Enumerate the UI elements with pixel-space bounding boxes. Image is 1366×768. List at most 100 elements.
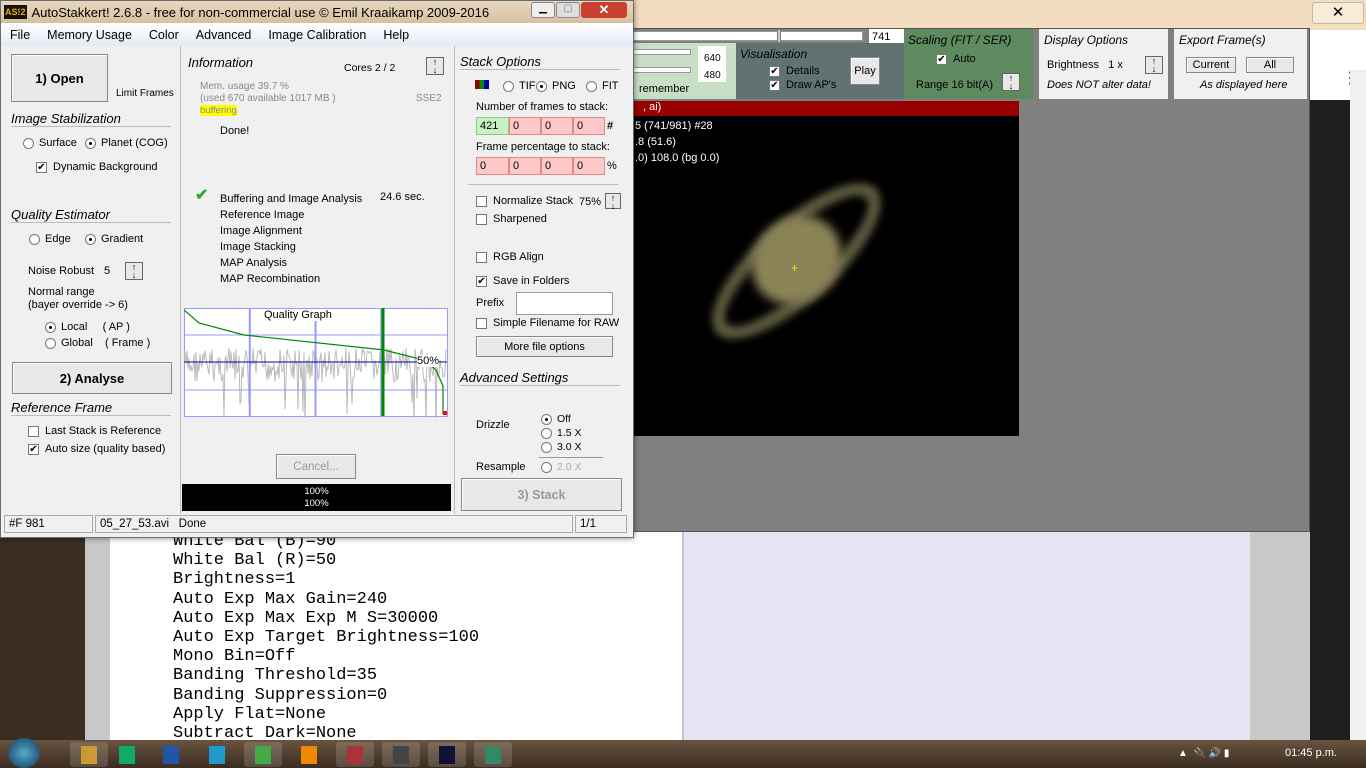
auto-checkbox[interactable]: ✔ Auto (936, 53, 976, 65)
cores-label: Cores 2 / 2 (344, 62, 396, 74)
percent-input-3[interactable]: 0 (541, 157, 573, 175)
frames-input-3[interactable]: 0 (541, 117, 573, 135)
width-slider[interactable] (631, 49, 691, 55)
width-value[interactable]: 640 (704, 50, 726, 67)
close-button[interactable]: ✕ (581, 2, 627, 18)
draw-aps-checkbox[interactable]: ✔ Draw AP's (769, 79, 836, 91)
surface-radio[interactable]: Surface (23, 137, 77, 149)
display-options-title: Display Options (1044, 33, 1129, 47)
details-checkbox[interactable]: ✔ Details (769, 65, 820, 77)
information-title: Information (188, 55, 254, 70)
progress-2: 100% (304, 498, 329, 509)
menu-color[interactable]: Color (149, 28, 179, 42)
image-stabilization-title: Image Stabilization (11, 111, 171, 127)
local-radio[interactable]: Local ( AP ) (45, 321, 130, 333)
document-line: Mono Bin=Off (173, 647, 296, 667)
sharpened-checkbox[interactable]: Sharpened (476, 213, 547, 225)
noise-robust-value: 5 (104, 265, 111, 277)
limit-frames-link[interactable]: Limit Frames (116, 88, 174, 99)
global-radio[interactable]: Global ( Frame ) (45, 337, 150, 349)
menu-help[interactable]: Help (383, 28, 409, 42)
noise-spinner-icon[interactable]: ↑ ↓ (125, 262, 143, 280)
height-slider[interactable] (631, 67, 691, 73)
maximize-button[interactable]: ▢ (556, 2, 580, 18)
png-radio[interactable]: PNG (536, 80, 576, 92)
rgb-icon (475, 80, 489, 89)
frames-input-4[interactable]: 0 (573, 117, 605, 135)
taskbar-excel-icon[interactable] (108, 742, 146, 767)
menu-advanced[interactable]: Advanced (196, 28, 252, 42)
frame-slider-thumb[interactable] (777, 29, 781, 43)
export-all-button[interactable]: All (1246, 57, 1294, 73)
advanced-settings-title: Advanced Settings (460, 370, 620, 386)
tif-radio[interactable]: TIF (503, 80, 536, 92)
clock[interactable]: 01:45 p.m. (1285, 747, 1337, 759)
resample-2x-radio[interactable]: 2.0 X (541, 461, 582, 473)
drizzle-off-radio[interactable]: Off (541, 413, 571, 425)
memory-used: (used 670 available 1017 MB ) (200, 93, 336, 104)
drizzle-3x-radio[interactable]: 3.0 X (541, 441, 582, 453)
taskbar-autostakkert-icon[interactable] (428, 742, 466, 767)
normalize-spinner-icon[interactable]: ↑ ↓ (605, 193, 621, 211)
menu-image-calibration[interactable]: Image Calibration (268, 28, 366, 42)
analyse-button[interactable]: 2) Analyse (12, 362, 172, 394)
gradient-radio[interactable]: Gradient (85, 233, 143, 245)
tray-icons[interactable]: ▲ 🔌 🔊 ▮ (1178, 748, 1229, 759)
normalize-stack-checkbox[interactable]: Normalize Stack (476, 195, 573, 207)
percent-input-4[interactable]: 0 (573, 157, 605, 175)
image-canvas[interactable]: , ai) 5 (741/981) #28 .8 (51.6) .0) 108.… (631, 101, 1019, 436)
taskbar-player-icon[interactable] (382, 742, 420, 767)
cores-spinner-icon[interactable]: ↑ ↓ (426, 57, 444, 75)
browser-close-icon[interactable]: ✕ (1312, 2, 1364, 24)
taskbar-chrome-icon[interactable] (244, 742, 282, 767)
drizzle-1-5x-radio[interactable]: 1.5 X (541, 427, 582, 439)
progress-1: 100% (304, 486, 329, 497)
stack-button[interactable]: 3) Stack (461, 478, 622, 511)
frames-input-2[interactable]: 0 (509, 117, 541, 135)
planet-radio[interactable]: Planet (COG) (85, 137, 168, 149)
menu-memory-usage[interactable]: Memory Usage (47, 28, 132, 42)
visualisation-panel: Visualisation ✔ Details ✔ Draw AP's Play (736, 43, 904, 99)
title-bar: AS!2 AutoStakkert! 2.6.8 - free for non-… (1, 1, 633, 23)
taskbar-vlc-icon[interactable] (290, 742, 328, 767)
fit-radio[interactable]: FIT (586, 80, 619, 92)
taskbar-registax-icon[interactable] (474, 742, 512, 767)
export-current-button[interactable]: Current (1186, 57, 1236, 73)
quality-graph-title: Quality Graph (263, 309, 333, 321)
image-viewer-window: 741 640 480 remember Visualisation ✔ Detai… (630, 28, 1310, 532)
simple-filename-checkbox[interactable]: Simple Filename for RAW (476, 317, 619, 329)
brightness-spinner-icon[interactable]: ↑ ↓ (1145, 56, 1163, 74)
minimize-button[interactable]: ▁ (531, 2, 555, 18)
percent-input-1[interactable]: 0 (476, 157, 509, 175)
range-spinner-icon[interactable]: ↑ ↓ (1002, 73, 1020, 91)
save-in-folders-checkbox[interactable]: ✔ Save in Folders (476, 275, 569, 287)
progress-bars: 100% 100% (182, 484, 451, 511)
percent-input-2[interactable]: 0 (509, 157, 541, 175)
frames-input-1[interactable]: 421 (476, 117, 509, 135)
dynamic-background-checkbox[interactable]: ✔ Dynamic Background (36, 161, 158, 173)
taskbar-word-icon[interactable] (152, 742, 190, 767)
edge-radio[interactable]: Edge (29, 233, 71, 245)
brightness-label: Brightness (1047, 59, 1099, 71)
menu-file[interactable]: File (10, 28, 30, 42)
auto-size-checkbox[interactable]: ✔ Auto size (quality based) (28, 443, 165, 455)
normal-range-label: Normal range (28, 286, 95, 298)
prefix-input[interactable] (516, 292, 613, 315)
browser-scrollbar[interactable] (1350, 70, 1366, 740)
height-value[interactable]: 480 (704, 67, 726, 84)
taskbar-explorer-icon[interactable] (70, 742, 108, 767)
start-button[interactable] (8, 738, 40, 768)
last-stack-reference-checkbox[interactable]: Last Stack is Reference (28, 425, 161, 437)
crosshair-icon: + (791, 261, 799, 275)
document-line: Apply Flat=None (173, 704, 327, 724)
open-button[interactable]: 1) Open (11, 54, 108, 102)
play-button[interactable]: Play (850, 57, 880, 85)
more-file-options-button[interactable]: More file options (476, 336, 613, 357)
brightness-value: 1 x (1108, 59, 1123, 71)
taskbar-ie-icon[interactable] (198, 742, 236, 767)
taskbar-winrar-icon[interactable] (336, 742, 374, 767)
not-alter-note: Does NOT alter data! (1047, 79, 1151, 91)
cancel-button[interactable]: Cancel... (276, 454, 356, 479)
rgb-align-checkbox[interactable]: RGB Align (476, 251, 544, 263)
frame-slider[interactable] (631, 31, 863, 41)
